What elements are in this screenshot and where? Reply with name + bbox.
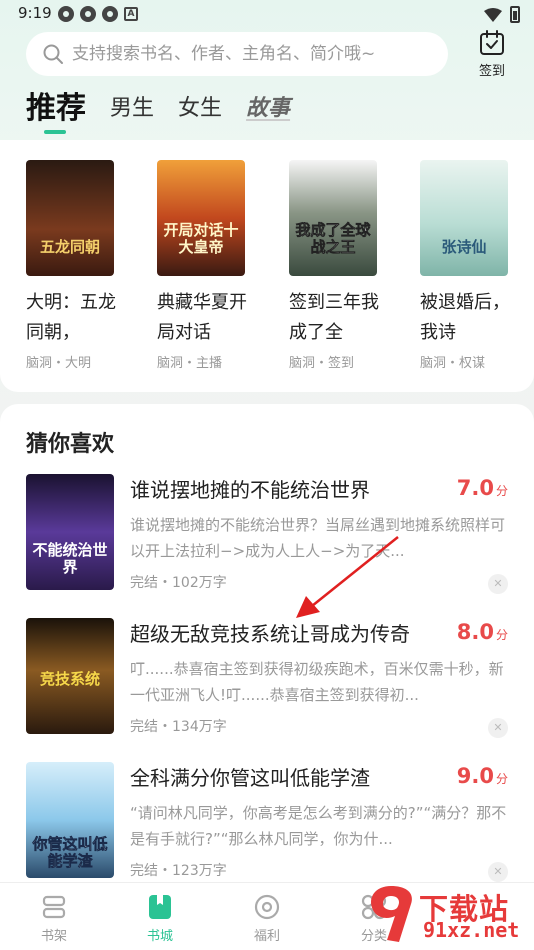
cover-title: 你管这叫低能学渣 <box>32 835 108 870</box>
book-card[interactable]: 五龙同朝 大明：五龙同朝， 脑洞・大明 <box>26 160 126 371</box>
book-title: 谁说摆地摊的不能统治世界 <box>130 478 370 502</box>
notification-a-icon: A <box>124 7 138 21</box>
book-description: 叮......恭喜宿主签到获得初级疾跑术，百米仅需十秒，新一代亚洲飞人!叮...… <box>130 660 504 704</box>
wifi-icon <box>484 7 502 22</box>
cover-title: 不能统治世界 <box>32 541 108 576</box>
score-value: 9.0 <box>456 764 494 788</box>
dismiss-icon[interactable]: ✕ <box>488 718 508 738</box>
nav-label: 书架 <box>40 929 67 944</box>
tab-story[interactable]: 故事 <box>246 92 290 126</box>
bookstore-icon <box>149 895 171 919</box>
checkin-label: 签到 <box>478 64 505 79</box>
category-tabs: 推荐 男生 女生 故事 <box>26 91 314 134</box>
nav-welfare[interactable]: 福利 <box>227 893 307 944</box>
book-cover: 五龙同朝 <box>26 160 114 276</box>
book-cover: 不能统治世界 <box>26 474 114 590</box>
book-meta: 完结・134万字 <box>130 719 227 735</box>
guess-section: 猜你喜欢 不能统治世界 谁说摆地摊的不能统治世界 7.0 分 谁说摆地摊的不能统治… <box>0 404 534 884</box>
cover-title: 竞技系统 <box>39 670 100 688</box>
book-title: 典藏华夏开局对话 <box>157 292 247 343</box>
book-title: 签到三年我成了全 <box>289 292 379 343</box>
book-title: 全科满分你管这叫低能学渣 <box>130 766 370 790</box>
list-item[interactable]: 竞技系统 超级无敌竞技系统让哥成为传奇 8.0 分 叮......恭喜宿主签到获得… <box>0 618 534 748</box>
book-cover: 我成了全球战之王 <box>289 160 377 276</box>
score-value: 8.0 <box>456 620 494 644</box>
notification-icons: A <box>58 6 138 22</box>
book-description: “请问林凡同学，你高考是怎么考到满分的?”“满分？那不是有手就行?”“那么林凡同… <box>130 804 507 848</box>
search-input[interactable] <box>72 44 432 64</box>
battery-icon <box>510 6 520 23</box>
score-value: 7.0 <box>456 476 494 500</box>
score-unit: 分 <box>495 484 508 498</box>
book-tags: 脑洞・主播 <box>157 356 223 371</box>
search-bar[interactable] <box>26 32 448 76</box>
search-icon <box>43 44 63 64</box>
tab-female[interactable]: 女生 <box>178 92 222 126</box>
book-cover: 你管这叫低能学渣 <box>26 762 114 878</box>
list-item[interactable]: 不能统治世界 谁说摆地摊的不能统治世界 7.0 分 谁说摆地摊的不能统治世界？当屌… <box>0 474 534 604</box>
status-bar: 9:19 A <box>0 0 534 28</box>
system-icons <box>484 6 520 23</box>
watermark-url: 91xz.net <box>423 918 520 942</box>
recommend-section: 五龙同朝 大明：五龙同朝， 脑洞・大明 开局对话十大皇帝 典藏华夏开局对话 脑洞… <box>0 140 534 392</box>
bookshelf-icon <box>42 895 66 919</box>
book-score: 8.0 分 <box>457 620 508 644</box>
section-title: 猜你喜欢 <box>26 432 115 457</box>
book-tags: 脑洞・签到 <box>289 356 355 371</box>
status-time: 9:19 <box>18 4 52 22</box>
score-unit: 分 <box>495 772 508 786</box>
welfare-icon <box>254 894 280 920</box>
dismiss-icon[interactable]: ✕ <box>488 574 508 594</box>
watermark-logo-icon <box>371 886 412 942</box>
cover-title: 我成了全球战之王 <box>295 221 371 256</box>
book-tags: 脑洞・权谋 <box>420 356 486 371</box>
tab-label: 推荐 <box>26 91 86 126</box>
tab-male[interactable]: 男生 <box>110 92 154 126</box>
book-score: 7.0 分 <box>457 476 508 500</box>
book-tags: 脑洞・大明 <box>26 356 92 371</box>
tab-label: 男生 <box>110 96 155 121</box>
book-cover: 竞技系统 <box>26 618 114 734</box>
cover-title: 五龙同朝 <box>39 238 100 256</box>
checkin-button[interactable]: 签到 <box>470 30 514 79</box>
book-cover: 张诗仙 <box>420 160 508 276</box>
tab-indicator <box>44 130 66 134</box>
book-meta: 完结・102万字 <box>130 575 227 591</box>
book-card[interactable]: 开局对话十大皇帝 典藏华夏开局对话 脑洞・主播 <box>157 160 257 371</box>
book-description: 谁说摆地摊的不能统治世界？当屌丝遇到地摊系统照样可以开上法拉利−>成为人上人−>… <box>130 516 506 560</box>
book-title: 超级无敌竞技系统让哥成为传奇 <box>130 622 410 646</box>
notification-app-icon <box>58 6 74 22</box>
tab-recommend[interactable]: 推荐 <box>26 91 86 134</box>
book-title: 大明：五龙同朝， <box>26 292 116 343</box>
notification-app-icon <box>102 6 118 22</box>
site-watermark: 下载站 91xz.net <box>359 880 534 950</box>
book-score: 9.0 分 <box>457 764 508 788</box>
nav-bookshelf[interactable]: 书架 <box>14 893 94 944</box>
book-title: 被退婚后，我诗 <box>420 292 510 343</box>
calendar-check-icon <box>480 30 504 55</box>
notification-app-icon <box>80 6 96 22</box>
nav-label: 书城 <box>146 929 173 944</box>
cover-title: 张诗仙 <box>441 238 487 256</box>
list-item[interactable]: 你管这叫低能学渣 全科满分你管这叫低能学渣 9.0 分 “请问林凡同学，你高考是怎… <box>0 762 534 892</box>
book-cover: 开局对话十大皇帝 <box>157 160 245 276</box>
cover-title: 开局对话十大皇帝 <box>163 221 239 256</box>
dismiss-icon[interactable]: ✕ <box>488 862 508 882</box>
book-card[interactable]: 张诗仙 被退婚后，我诗 脑洞・权谋 <box>420 160 520 371</box>
nav-label: 福利 <box>253 929 280 944</box>
nav-bookstore[interactable]: 书城 <box>120 893 200 944</box>
score-unit: 分 <box>495 628 508 642</box>
book-meta: 完结・123万字 <box>130 863 227 879</box>
tab-label: 女生 <box>178 96 223 121</box>
book-card[interactable]: 我成了全球战之王 签到三年我成了全 脑洞・签到 <box>289 160 389 371</box>
tab-label: 故事 <box>246 96 291 121</box>
